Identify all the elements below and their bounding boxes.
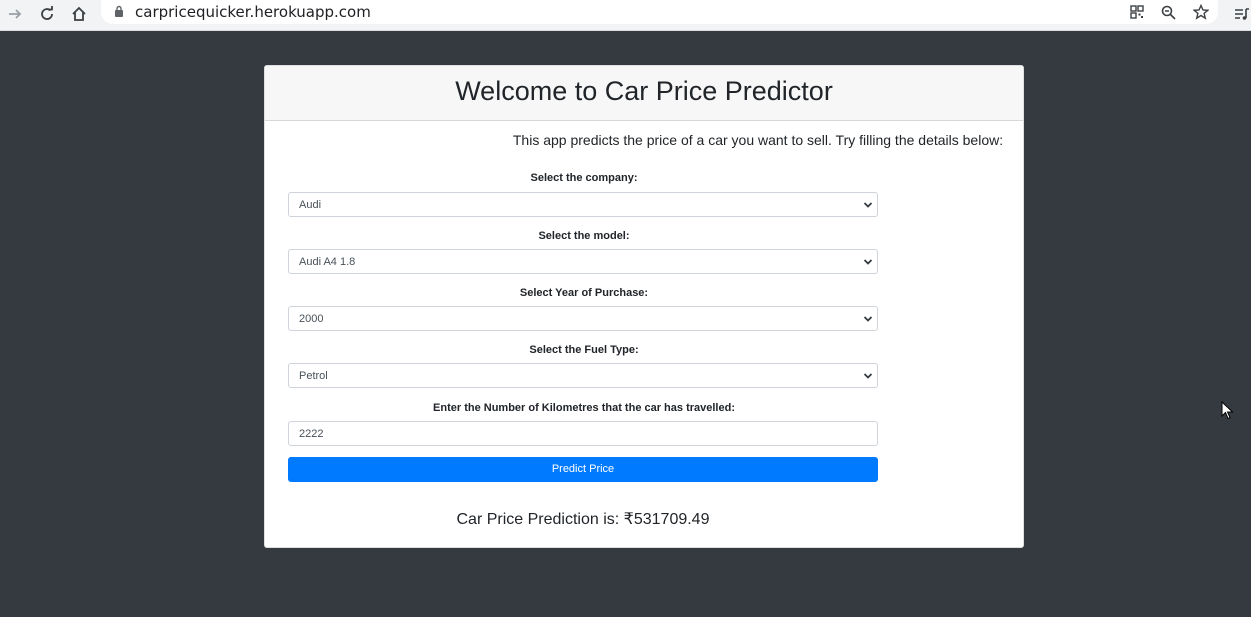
qr-code-icon[interactable] [1127,2,1147,22]
mouse-cursor-icon [1221,400,1234,426]
home-icon[interactable] [67,2,91,26]
model-value: Audi A4 1.8 [299,256,356,268]
fuel-label: Select the Fuel Type: [529,344,639,356]
chevron-down-icon [863,371,873,384]
card-header: Welcome to Car Price Predictor [265,66,1023,121]
prediction-result: Car Price Prediction is: ₹531709.49 [456,511,710,528]
address-bar[interactable]: carpricequicker.herokuapp.com [101,0,1218,24]
model-select[interactable]: Audi A4 1.8 [288,249,878,274]
chevron-down-icon [863,314,873,327]
kms-input[interactable]: 2222 [288,421,878,446]
chevron-down-icon [863,257,873,270]
predict-price-button[interactable]: Predict Price [288,457,878,482]
kms-label: Enter the Number of Kilometres that the … [433,402,735,414]
star-icon[interactable] [1191,2,1211,22]
lock-icon [114,5,124,23]
reload-icon[interactable] [35,2,59,26]
predictor-card: Welcome to Car Price Predictor This app … [264,65,1024,548]
browser-toolbar: carpricequicker.herokuapp.com [0,0,1251,31]
year-select[interactable]: 2000 [288,306,878,331]
fuel-value: Petrol [299,370,328,382]
fuel-select[interactable]: Petrol [288,363,878,388]
company-select[interactable]: Audi [288,192,878,217]
zoom-out-icon[interactable] [1158,2,1178,22]
company-value: Audi [299,199,322,211]
url-text[interactable]: carpricequicker.herokuapp.com [135,3,371,21]
forward-arrow-icon[interactable] [3,2,27,26]
year-value: 2000 [299,313,324,325]
model-label: Select the model: [538,230,630,242]
page-title: Welcome to Car Price Predictor [455,76,833,106]
intro-text: This app predicts the price of a car you… [512,132,1004,148]
year-label: Select Year of Purchase: [519,287,649,299]
company-label: Select the company: [530,172,638,184]
kms-value: 2222 [299,428,324,440]
media-control-icon[interactable] [1230,2,1251,26]
chevron-down-icon [863,200,873,213]
